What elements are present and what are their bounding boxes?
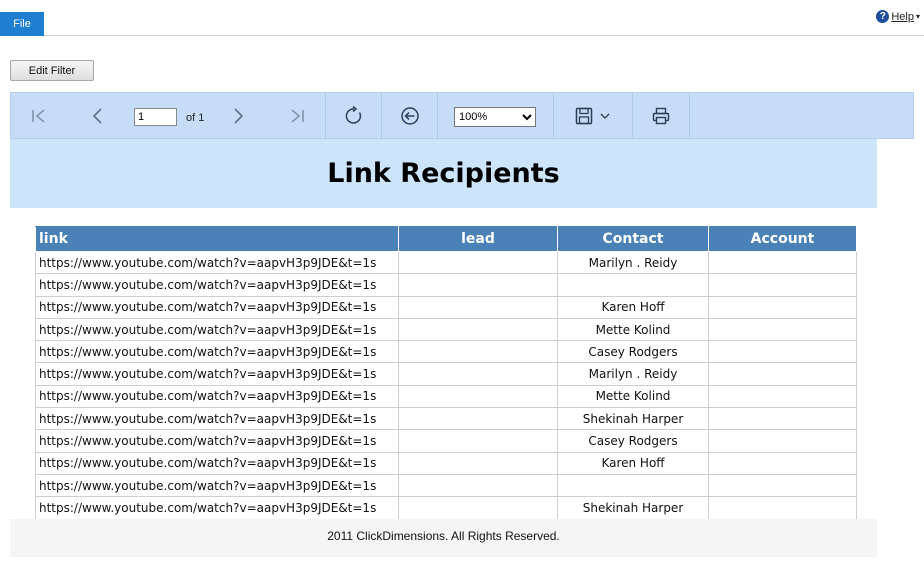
save-icon[interactable]	[574, 106, 594, 126]
cell-contact: Casey Rodgers	[557, 340, 709, 364]
cell-contact: Marilyn . Reidy	[557, 250, 709, 275]
table-row: https://www.youtube.com/watch?v=aapvH3p9…	[35, 451, 857, 475]
table-row: https://www.youtube.com/watch?v=aapvH3p9…	[35, 473, 857, 498]
column-header-lead: lead	[398, 226, 558, 252]
cell-link: https://www.youtube.com/watch?v=aapvH3p9…	[35, 451, 399, 475]
next-page-icon[interactable]	[228, 106, 248, 126]
cell-link: https://www.youtube.com/watch?v=aapvH3p9…	[35, 317, 399, 342]
refresh-group	[326, 93, 382, 138]
report-title-band: Link Recipients	[10, 139, 877, 208]
link-recipients-table: link lead Contact Account https://www.yo…	[35, 226, 857, 520]
cell-contact: Marilyn . Reidy	[557, 362, 709, 386]
cell-contact: Karen Hoff	[557, 295, 709, 319]
table-row: https://www.youtube.com/watch?v=aapvH3p9…	[35, 384, 857, 409]
cell-account	[708, 273, 857, 297]
report-toolbar: of 1 100%	[10, 92, 914, 139]
table-row: https://www.youtube.com/watch?v=aapvH3p9…	[35, 250, 857, 275]
cell-lead	[398, 273, 558, 297]
page-count-label: of 1	[186, 112, 205, 124]
table-row: https://www.youtube.com/watch?v=aapvH3p9…	[35, 340, 857, 364]
top-bar: File ? Help ▾	[0, 0, 924, 36]
cell-link: https://www.youtube.com/watch?v=aapvH3p9…	[35, 429, 399, 453]
cell-link: https://www.youtube.com/watch?v=aapvH3p9…	[35, 273, 399, 297]
cell-account	[708, 451, 857, 475]
back-icon[interactable]	[400, 106, 420, 126]
cell-lead	[398, 250, 558, 275]
column-header-link: link	[35, 226, 399, 252]
table-row: https://www.youtube.com/watch?v=aapvH3p9…	[35, 273, 857, 297]
export-chevron-down-icon[interactable]	[598, 109, 612, 123]
cell-link: https://www.youtube.com/watch?v=aapvH3p9…	[35, 340, 399, 364]
print-group	[633, 93, 690, 138]
cell-account	[708, 295, 857, 319]
column-header-contact: Contact	[557, 226, 709, 252]
cell-contact: Casey Rodgers	[557, 429, 709, 453]
cell-contact	[557, 273, 709, 297]
cell-account	[708, 496, 857, 520]
edit-filter-button[interactable]: Edit Filter	[10, 60, 94, 81]
export-group	[554, 93, 633, 138]
table-row: https://www.youtube.com/watch?v=aapvH3p9…	[35, 362, 857, 386]
cell-contact: Shekinah Harper	[557, 496, 709, 520]
cell-contact: Shekinah Harper	[557, 407, 709, 431]
help-menu[interactable]: ? Help ▾	[876, 10, 920, 23]
report-title: Link Recipients	[327, 158, 560, 189]
print-icon[interactable]	[651, 106, 671, 126]
chevron-down-icon: ▾	[915, 12, 920, 21]
copyright-text: 2011 ClickDimensions. All Rights Reserve…	[327, 529, 560, 543]
cell-account	[708, 362, 857, 386]
table-row: https://www.youtube.com/watch?v=aapvH3p9…	[35, 496, 857, 520]
cell-link: https://www.youtube.com/watch?v=aapvH3p9…	[35, 473, 399, 498]
table-header-row: link lead Contact Account	[35, 226, 857, 252]
cell-account	[708, 384, 857, 409]
refresh-icon[interactable]	[344, 106, 364, 126]
last-page-icon[interactable]	[287, 106, 307, 126]
paging-group: of 1	[11, 93, 326, 138]
cell-link: https://www.youtube.com/watch?v=aapvH3p9…	[35, 362, 399, 386]
column-header-account: Account	[708, 226, 857, 252]
cell-contact	[557, 473, 709, 498]
cell-account	[708, 250, 857, 275]
zoom-group: 100%	[438, 93, 554, 138]
cell-contact: Mette Kolind	[557, 384, 709, 409]
help-label: Help	[891, 10, 914, 23]
table-row: https://www.youtube.com/watch?v=aapvH3p9…	[35, 317, 857, 342]
first-page-icon[interactable]	[29, 106, 49, 126]
cell-account	[708, 429, 857, 453]
zoom-select[interactable]: 100%	[454, 107, 536, 127]
cell-lead	[398, 451, 558, 475]
cell-lead	[398, 340, 558, 364]
cell-lead	[398, 429, 558, 453]
cell-link: https://www.youtube.com/watch?v=aapvH3p9…	[35, 250, 399, 275]
cell-account	[708, 340, 857, 364]
cell-lead	[398, 384, 558, 409]
cell-account	[708, 473, 857, 498]
cell-link: https://www.youtube.com/watch?v=aapvH3p9…	[35, 407, 399, 431]
cell-lead	[398, 473, 558, 498]
cell-account	[708, 317, 857, 342]
cell-contact: Karen Hoff	[557, 451, 709, 475]
cell-lead	[398, 295, 558, 319]
cell-lead	[398, 496, 558, 520]
cell-link: https://www.youtube.com/watch?v=aapvH3p9…	[35, 384, 399, 409]
page-number-input[interactable]	[134, 108, 177, 126]
cell-link: https://www.youtube.com/watch?v=aapvH3p9…	[35, 496, 399, 520]
table-row: https://www.youtube.com/watch?v=aapvH3p9…	[35, 407, 857, 431]
cell-lead	[398, 317, 558, 342]
prev-page-icon[interactable]	[88, 106, 108, 126]
back-group	[382, 93, 438, 138]
cell-account	[708, 407, 857, 431]
cell-lead	[398, 362, 558, 386]
cell-lead	[398, 407, 558, 431]
file-tab[interactable]: File	[0, 12, 44, 36]
cell-contact: Mette Kolind	[557, 317, 709, 342]
table-row: https://www.youtube.com/watch?v=aapvH3p9…	[35, 429, 857, 453]
table-row: https://www.youtube.com/watch?v=aapvH3p9…	[35, 295, 857, 319]
help-icon: ?	[876, 10, 890, 23]
report-footer: 2011 ClickDimensions. All Rights Reserve…	[10, 519, 877, 557]
cell-link: https://www.youtube.com/watch?v=aapvH3p9…	[35, 295, 399, 319]
